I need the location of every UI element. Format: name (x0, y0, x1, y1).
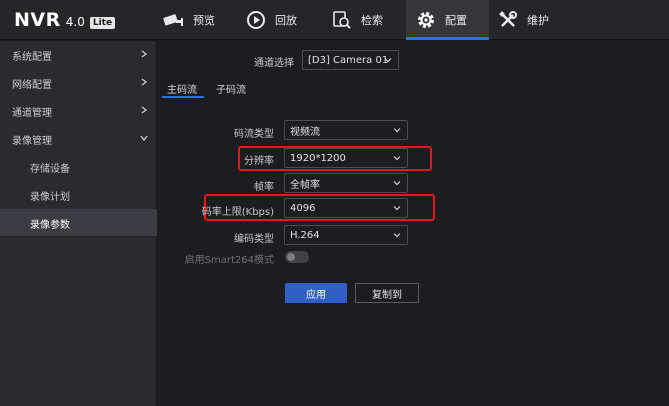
playback-icon (244, 10, 268, 30)
nav-tab-label: 配置 (445, 14, 467, 27)
channel-select-label: 通道选择 (254, 58, 294, 69)
smart264-label: 启用Smart264模式 (184, 255, 274, 266)
sidebar-divider (0, 236, 157, 237)
top-nav-bar: NVR 4.0 Lite 预览 回放 检索 配置 维护 (0, 0, 669, 40)
sidebar-item-channel-manage[interactable]: 通道管理 (0, 97, 157, 125)
frame-rate-select[interactable]: 全帧率 (284, 173, 408, 193)
nav-tab-config[interactable]: 配置 (406, 0, 489, 40)
apply-button[interactable]: 应用 (285, 283, 347, 303)
tools-icon (496, 10, 520, 30)
camera-icon (162, 10, 186, 30)
chevron-right-icon (141, 106, 148, 114)
chevron-right-icon (141, 78, 148, 86)
sidebar-item-label: 存储设备 (30, 163, 70, 175)
stream-type-select[interactable]: 视频流 (284, 120, 408, 140)
sidebar-item-record-schedule[interactable]: 录像计划 (0, 181, 157, 209)
chevron-down-icon (393, 181, 401, 186)
gear-icon (414, 10, 438, 30)
logo-text: NVR (14, 9, 61, 31)
encoding-value: H.264 (290, 229, 320, 241)
sidebar-item-label: 通道管理 (12, 107, 52, 119)
sidebar-item-record-params[interactable]: 录像参数 (0, 209, 157, 237)
chevron-right-icon (141, 50, 148, 58)
stream-type-label: 码流类型 (234, 129, 274, 140)
bitrate-value: 4096 (290, 202, 316, 214)
nav-tab-search[interactable]: 检索 (330, 0, 400, 40)
sidebar-item-label: 系统配置 (12, 51, 52, 63)
nav-tab-label: 维护 (527, 14, 549, 27)
active-tab-indicator (406, 37, 489, 40)
sidebar-item-label: 网络配置 (12, 79, 52, 91)
nav-tab-preview[interactable]: 预览 (162, 0, 232, 40)
encoding-label: 编码类型 (234, 234, 274, 245)
sidebar-item-label: 录像参数 (30, 219, 70, 231)
resolution-value: 1920*1200 (290, 152, 346, 164)
search-icon (330, 10, 354, 30)
chevron-down-icon (393, 128, 401, 133)
app-logo: NVR 4.0 Lite (14, 9, 116, 31)
stream-tabs: 主码流 子码流 (158, 81, 669, 101)
active-subtab-indicator (162, 96, 204, 98)
nav-tab-playback[interactable]: 回放 (244, 0, 314, 40)
nav-tab-label: 回放 (275, 14, 297, 27)
resolution-label: 分辨率 (244, 156, 274, 167)
chevron-down-icon (393, 156, 401, 161)
chevron-down-icon (393, 233, 401, 238)
sidebar: 系统配置 网络配置 通道管理 录像管理 存储设备 录像计划 录像参数 (0, 41, 157, 406)
sidebar-item-storage-device[interactable]: 存储设备 (0, 153, 157, 181)
smart264-toggle[interactable] (285, 251, 309, 263)
bitrate-select[interactable]: 4096 (284, 198, 408, 218)
logo-version: 4.0 (65, 15, 85, 29)
sidebar-item-record-manage[interactable]: 录像管理 (0, 125, 157, 153)
stream-type-value: 视频流 (290, 126, 320, 138)
bitrate-label: 码率上限(Kbps) (201, 207, 274, 218)
copy-to-button[interactable]: 复制到 (355, 283, 419, 303)
channel-select[interactable]: [D3] Camera 01 (302, 50, 399, 70)
toggle-knob (287, 253, 295, 261)
channel-select-value: [D3] Camera 01 (308, 54, 389, 66)
sidebar-item-network-config[interactable]: 网络配置 (0, 69, 157, 97)
encoding-select[interactable]: H.264 (284, 225, 408, 245)
resolution-select[interactable]: 1920*1200 (284, 148, 408, 168)
chevron-down-icon (384, 58, 392, 63)
frame-rate-label: 帧率 (254, 182, 274, 193)
tab-main-stream[interactable]: 主码流 (167, 81, 197, 96)
nav-tab-maintenance[interactable]: 维护 (496, 0, 566, 40)
sidebar-item-label: 录像计划 (30, 191, 70, 203)
sidebar-item-system-config[interactable]: 系统配置 (0, 41, 157, 69)
sidebar-item-label: 录像管理 (12, 135, 52, 147)
tab-sub-stream[interactable]: 子码流 (216, 81, 246, 96)
frame-rate-value: 全帧率 (290, 179, 320, 191)
chevron-down-icon (140, 135, 148, 142)
main-panel: 通道选择 [D3] Camera 01 主码流 子码流 码流类型 视频流 分辨率… (158, 41, 669, 406)
nav-tab-label: 预览 (193, 14, 215, 27)
chevron-down-icon (393, 206, 401, 211)
nav-tab-label: 检索 (361, 14, 383, 27)
logo-badge: Lite (89, 17, 116, 29)
